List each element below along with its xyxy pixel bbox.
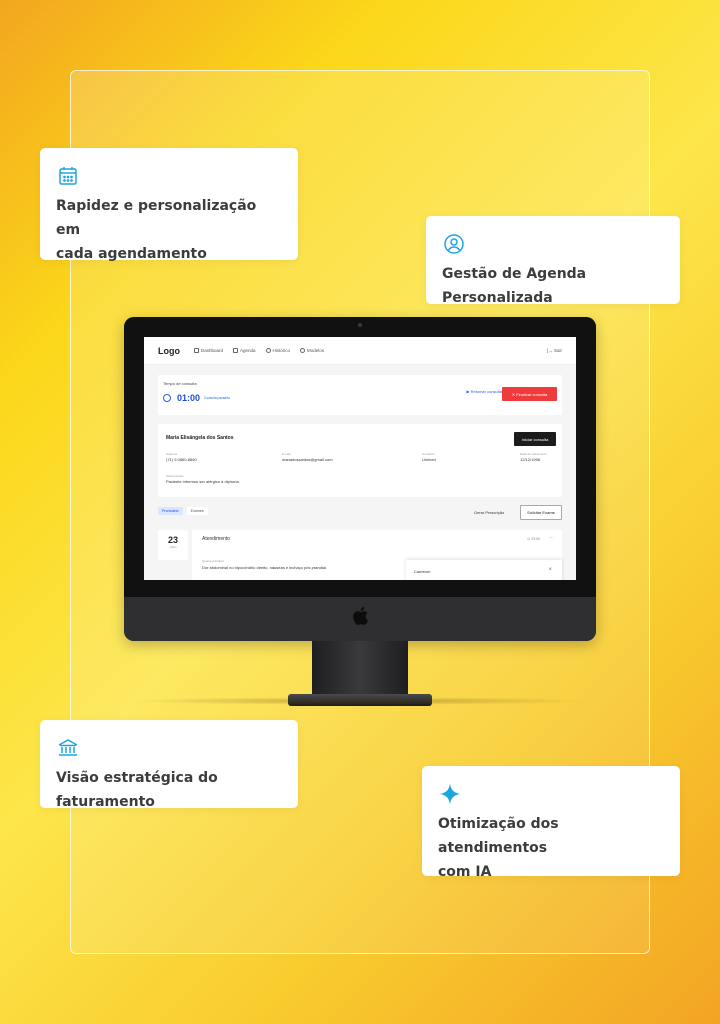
finish-label: Finalizar consulta bbox=[516, 391, 548, 397]
user-circle-icon bbox=[442, 232, 466, 256]
timer-status: Consulta pausada bbox=[204, 396, 230, 400]
timer-value: 01:00 bbox=[177, 393, 201, 403]
record-time-label: 23:00 bbox=[531, 537, 540, 541]
feature-text: Otimização dos atendimentos bbox=[438, 816, 559, 856]
nav-modelos[interactable]: Modelos bbox=[300, 348, 324, 353]
birth-field: Data de nascimento 12/12/1998 bbox=[520, 452, 547, 462]
nav-label: Histórico bbox=[272, 348, 291, 353]
camera-dot bbox=[358, 323, 362, 327]
plan-field: Convênio Unimed bbox=[422, 452, 436, 462]
feature-text: Gestão de Agenda Personalizada bbox=[442, 266, 587, 306]
feature-card-ai: Otimização dos atendimentos com IA bbox=[422, 766, 680, 880]
field-value: (71) 9 0860-8860 bbox=[166, 457, 197, 462]
nav-label: Agenda bbox=[240, 348, 256, 353]
field-value: mariadossantos@gmail.com bbox=[282, 457, 333, 462]
bank-icon bbox=[56, 736, 80, 760]
email-field: E-mail mariadossantos@gmail.com bbox=[282, 452, 333, 462]
field-label: E-mail bbox=[282, 452, 291, 456]
apple-logo-icon bbox=[351, 606, 369, 626]
field-value: Unimed bbox=[422, 457, 436, 462]
nav-historico[interactable]: Histórico bbox=[265, 348, 291, 353]
start-consult-button[interactable]: Iniciar consulta bbox=[514, 432, 556, 446]
patient-name: Maria Elisângela dos Santos bbox=[166, 435, 234, 441]
phone-field: Telefone (71) 9 0860-8860 bbox=[166, 452, 197, 462]
feature-text: com IA bbox=[438, 864, 492, 880]
calendar-icon bbox=[56, 164, 80, 188]
tab-exames[interactable]: Exames bbox=[186, 507, 208, 515]
record-tabs: Prontuário Exames bbox=[158, 507, 212, 515]
nav-agenda[interactable]: Agenda bbox=[233, 348, 256, 353]
logout-button[interactable]: [→ Sair bbox=[547, 348, 562, 353]
chat-popup: Cameron × bbox=[406, 560, 562, 580]
app-logo[interactable]: Logo bbox=[158, 346, 180, 356]
patient-panel: Maria Elisângela dos Santos Iniciar cons… bbox=[158, 424, 562, 497]
tab-prontuario[interactable]: Prontuário bbox=[158, 507, 183, 515]
field-label: Observações bbox=[166, 474, 184, 478]
field-value: Paciente informou ser alérgico à dipiron… bbox=[166, 479, 240, 484]
logout-label: Sair bbox=[553, 348, 562, 353]
history-icon bbox=[265, 348, 271, 353]
record-month: Julho bbox=[169, 545, 177, 549]
finish-consult-button[interactable]: ✕ Finalizar consulta bbox=[502, 387, 557, 401]
consult-timer-panel: Tempo de consulta 01:00 Consulta pausada… bbox=[158, 375, 562, 415]
resume-label: Retomar consulta bbox=[470, 389, 502, 394]
consult-timer: 01:00 Consulta pausada bbox=[163, 393, 230, 403]
monitor-stand-neck bbox=[312, 641, 408, 697]
record-title: Atendimento bbox=[202, 536, 231, 542]
calendar-icon bbox=[233, 348, 239, 353]
app-screen: Logo Dashboard Agenda Histórico Modelos … bbox=[144, 337, 576, 580]
field-value: 12/12/1998 bbox=[520, 457, 541, 462]
feature-card-scheduling: Rapidez e personalização em cada agendam… bbox=[40, 148, 298, 262]
resume-consult-button[interactable]: ▶ Retomar consulta bbox=[466, 389, 502, 394]
popup-title: Cameron bbox=[414, 569, 431, 574]
nav-label: Modelos bbox=[307, 348, 325, 353]
notes-field: Observações Paciente informou ser alérgi… bbox=[166, 474, 240, 484]
record-day: 23 bbox=[167, 535, 178, 545]
feature-text: Rapidez e personalização em bbox=[56, 198, 257, 238]
chat-icon bbox=[300, 348, 306, 353]
clock-icon bbox=[163, 394, 171, 402]
complaint-label: Queixa principal bbox=[202, 559, 224, 563]
field-label: Convênio bbox=[422, 452, 435, 456]
record-date: 23 Julho bbox=[158, 530, 188, 560]
nav-dashboard[interactable]: Dashboard bbox=[194, 348, 223, 353]
generate-prescription-button[interactable]: Gerar Prescrição bbox=[474, 510, 504, 515]
feature-text: cada agendamento bbox=[56, 246, 207, 262]
feature-text: Visão estratégica do faturamento bbox=[56, 770, 218, 810]
more-options-icon[interactable]: ··· bbox=[549, 535, 554, 541]
field-label: Data de nascimento bbox=[520, 452, 547, 456]
complaint-text: Dor abdominal no hipocôndrio direito, ná… bbox=[202, 565, 327, 570]
dashboard-icon bbox=[194, 348, 199, 353]
field-label: Telefone bbox=[166, 452, 178, 456]
popup-close-button[interactable]: × bbox=[548, 567, 552, 573]
nav-label: Dashboard bbox=[201, 348, 224, 353]
app-navbar: Logo Dashboard Agenda Histórico Modelos … bbox=[144, 337, 576, 365]
request-exam-button[interactable]: Solicitar Exame bbox=[520, 505, 562, 520]
feature-card-billing: Visão estratégica do faturamento bbox=[40, 720, 298, 810]
record-time: ◷ 23:00 bbox=[527, 537, 540, 541]
logout-icon: [→ bbox=[546, 348, 554, 353]
monitor-shadow bbox=[128, 697, 592, 705]
sparkle-icon bbox=[438, 782, 462, 806]
consult-label: Tempo de consulta bbox=[163, 381, 197, 386]
feature-card-agenda: Gestão de Agenda Personalizada bbox=[426, 216, 680, 306]
